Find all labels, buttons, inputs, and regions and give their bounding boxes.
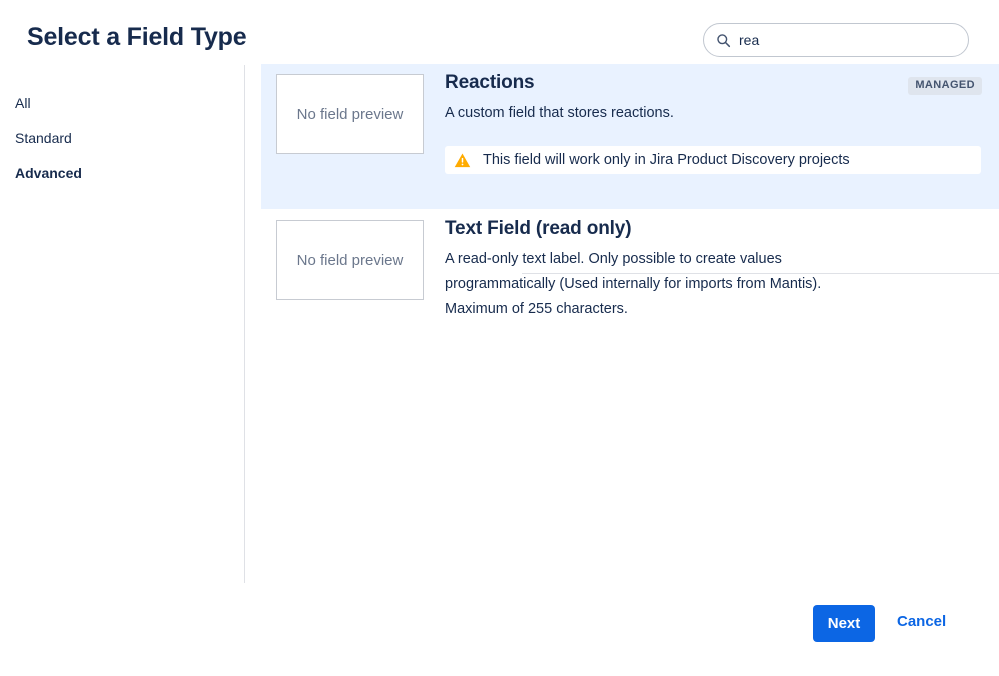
page-title: Select a Field Type [27,23,246,52]
sidebar-divider [244,65,245,583]
field-type-option-text-field-read-only[interactable]: No field preview Text Field (read only) … [261,210,999,330]
field-preview-placeholder: No field preview [276,74,424,154]
warning-banner: This field will work only in Jira Produc… [445,146,981,174]
field-type-results: No field preview Reactions A custom fiel… [261,64,999,330]
sidebar-item-advanced[interactable]: Advanced [15,164,82,182]
search-icon [716,33,731,48]
field-preview-placeholder: No field preview [276,220,424,300]
sidebar-item-all[interactable]: All [15,94,31,112]
field-type-option-reactions[interactable]: No field preview Reactions A custom fiel… [261,64,999,209]
field-type-description: A read-only text label. Only possible to… [445,247,875,322]
next-button[interactable]: Next [813,605,875,642]
cancel-button[interactable]: Cancel [897,613,946,630]
category-sidebar: All Standard Advanced [0,64,244,583]
warning-text: This field will work only in Jira Produc… [483,152,850,168]
field-type-description: A custom field that stores reactions. [445,101,875,126]
search-input[interactable] [739,30,949,50]
sidebar-item-standard[interactable]: Standard [15,129,72,147]
managed-badge: MANAGED [908,77,982,95]
dialog-footer: Next Cancel [0,600,999,676]
dialog-header: Select a Field Type [0,0,999,64]
field-type-title: Text Field (read only) [445,218,631,240]
warning-triangle-icon [454,152,471,169]
search-field[interactable] [703,23,969,57]
field-type-title: Reactions [445,72,534,94]
